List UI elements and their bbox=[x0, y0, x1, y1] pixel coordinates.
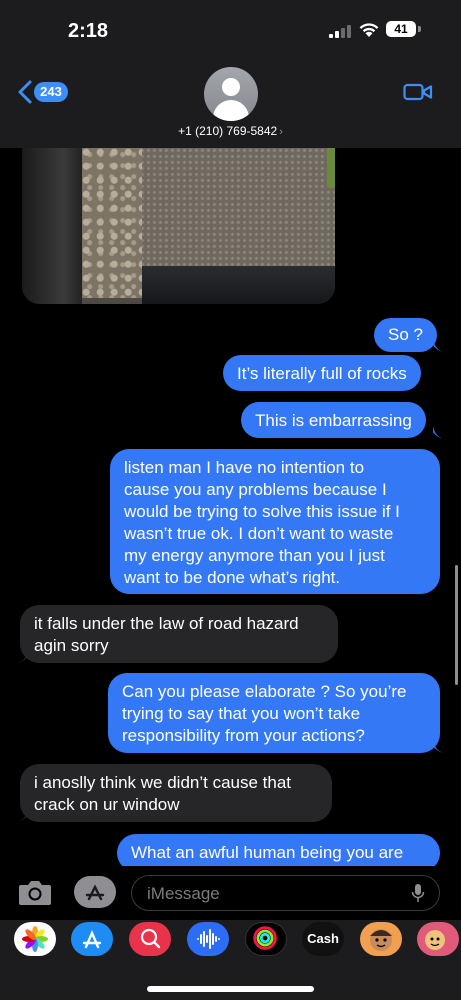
facetime-video-icon[interactable] bbox=[403, 82, 433, 102]
conversation-header: 2:18 41 243 +1 (210) 769-5842 › bbox=[0, 0, 461, 148]
app-store-icon[interactable] bbox=[71, 922, 113, 956]
sent-message[interactable]: listen man I have no intention to cause … bbox=[110, 449, 440, 594]
memoji-stickers-icon[interactable] bbox=[417, 922, 459, 956]
photo-rail bbox=[22, 148, 82, 304]
status-time: 2:18 bbox=[68, 20, 109, 42]
chevron-right-icon: › bbox=[279, 126, 283, 138]
memoji-icon[interactable] bbox=[360, 922, 402, 956]
sent-message[interactable]: So ? bbox=[374, 318, 437, 352]
app-store-button[interactable] bbox=[74, 876, 116, 908]
imessage-input[interactable]: iMessage bbox=[131, 875, 440, 911]
cash-app-icon[interactable]: Cash bbox=[302, 922, 344, 956]
photo-attachment[interactable] bbox=[22, 148, 335, 304]
received-message[interactable]: it falls under the law of road hazard ag… bbox=[20, 605, 338, 663]
app-store-icon bbox=[85, 884, 105, 901]
audio-message-icon[interactable] bbox=[187, 922, 229, 956]
bubble-tail bbox=[433, 339, 447, 353]
avatar-body bbox=[213, 100, 249, 121]
back-chevron-icon[interactable] bbox=[16, 80, 34, 104]
photo-gravel bbox=[82, 148, 142, 298]
cellular-signal-icon bbox=[329, 25, 351, 38]
camera-icon[interactable] bbox=[18, 878, 52, 906]
avatar-head bbox=[222, 78, 240, 96]
imessage-placeholder: iMessage bbox=[147, 884, 220, 903]
microphone-icon[interactable] bbox=[411, 883, 425, 903]
photo-panel bbox=[142, 266, 335, 304]
received-message[interactable]: i anoslly think we didn’t cause that cra… bbox=[20, 764, 332, 822]
contact-details-button[interactable]: +1 (210) 769-5842 › bbox=[0, 124, 461, 138]
photos-app-icon[interactable] bbox=[14, 922, 56, 956]
back-button-unread-count[interactable]: 243 bbox=[34, 82, 68, 102]
bubble-tail bbox=[433, 426, 447, 440]
photo-grass bbox=[327, 148, 335, 188]
home-indicator[interactable] bbox=[147, 986, 314, 992]
contact-phone-number: +1 (210) 769-5842 bbox=[178, 124, 278, 138]
battery-icon: 41 bbox=[386, 21, 416, 37]
sent-message[interactable]: This is embarrassing bbox=[241, 402, 426, 438]
photo-gravel-bed bbox=[134, 148, 335, 268]
sent-message[interactable]: Can you please elaborate ? So you’re try… bbox=[108, 673, 440, 753]
wifi-icon bbox=[359, 23, 379, 37]
contact-avatar[interactable] bbox=[204, 67, 258, 121]
bubble-tail bbox=[14, 650, 28, 664]
cash-app-label: Cash bbox=[307, 931, 339, 946]
bubble-tail bbox=[14, 809, 28, 823]
battery-tip bbox=[418, 26, 421, 32]
sent-message[interactable]: It’s literally full of rocks bbox=[223, 355, 421, 391]
bubble-tail bbox=[433, 740, 447, 754]
scroll-indicator[interactable] bbox=[455, 565, 458, 685]
fitness-icon[interactable] bbox=[245, 922, 287, 956]
image-search-icon[interactable] bbox=[129, 922, 171, 956]
